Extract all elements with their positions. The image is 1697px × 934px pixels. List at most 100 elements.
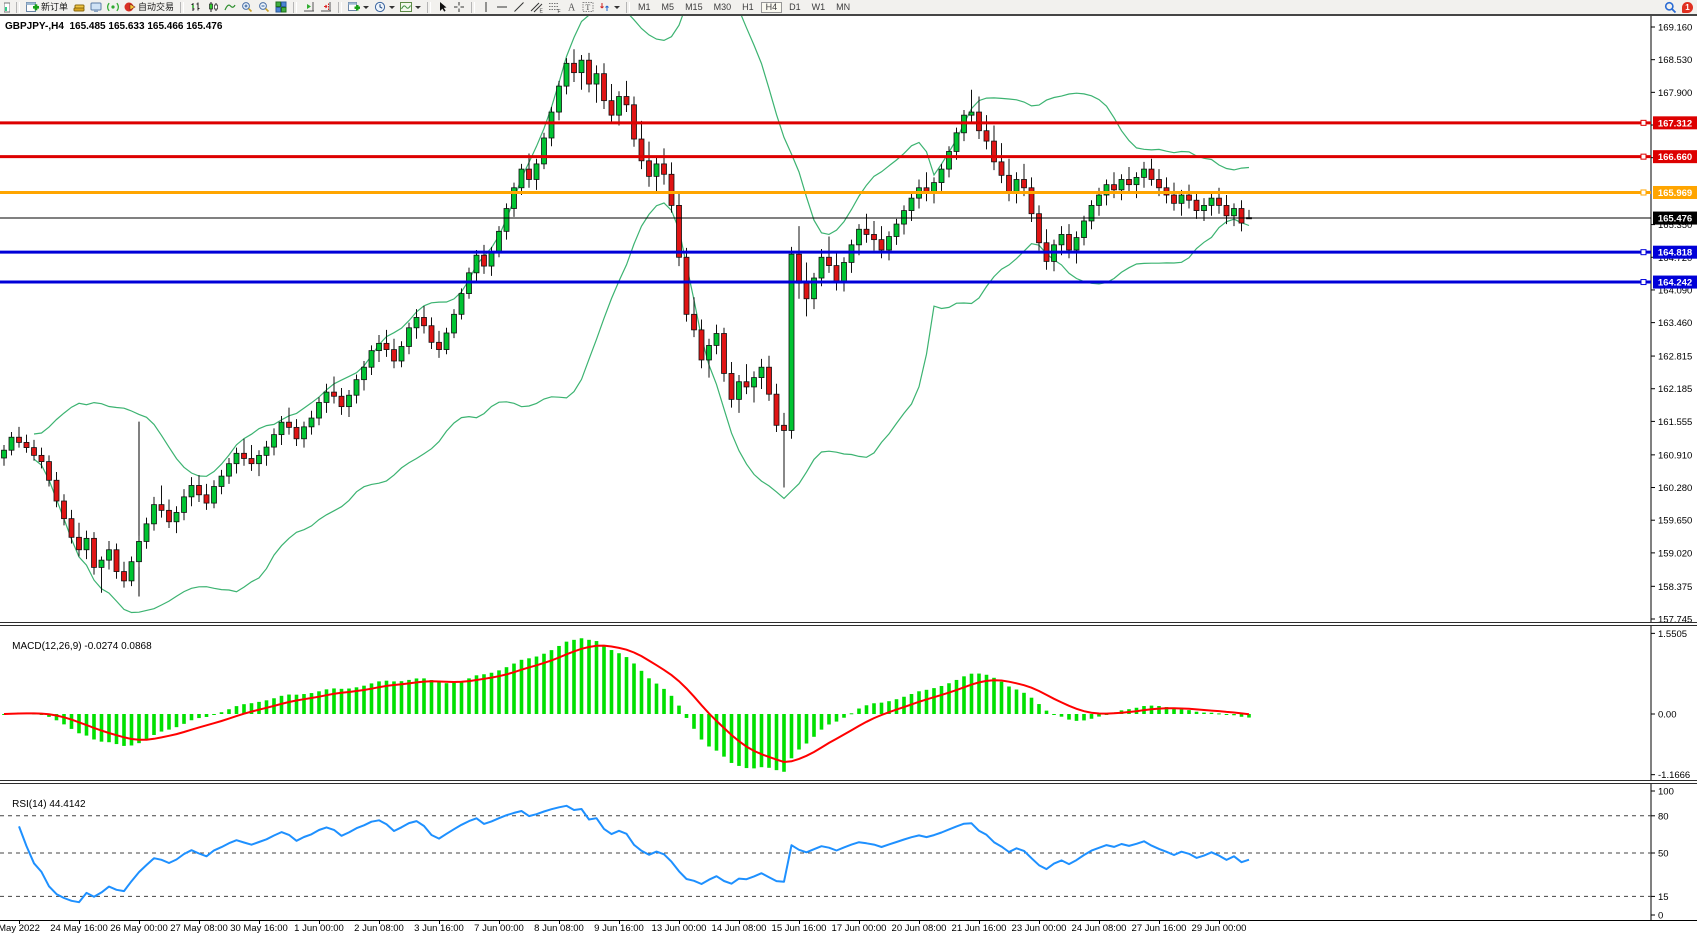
trendline-button[interactable] bbox=[511, 1, 527, 14]
vertical-line-icon bbox=[481, 1, 491, 13]
svg-text:80: 80 bbox=[1658, 811, 1669, 822]
svg-text:15: 15 bbox=[1658, 892, 1669, 903]
auto-scroll-button[interactable] bbox=[301, 1, 317, 14]
time-label: 27 Jun 16:00 bbox=[1132, 923, 1187, 934]
main-chart-canvas[interactable]: 169.160168.530167.900167.270166.640165.3… bbox=[0, 16, 1697, 622]
candlestick-icon bbox=[207, 1, 219, 13]
time-label: 20 Jun 08:00 bbox=[892, 923, 947, 934]
svg-text:0.00: 0.00 bbox=[1658, 710, 1677, 721]
periods-button[interactable] bbox=[372, 1, 397, 14]
tile-windows-button[interactable] bbox=[273, 1, 289, 14]
timeframe-D1[interactable]: D1 bbox=[785, 2, 805, 13]
zoom-in-icon bbox=[241, 1, 253, 13]
time-label: 7 Jun 00:00 bbox=[474, 923, 524, 934]
bar-chart-icon bbox=[190, 1, 202, 13]
templates-button[interactable] bbox=[398, 1, 423, 14]
signal-icon bbox=[107, 1, 119, 13]
time-label: 13 Jun 00:00 bbox=[652, 923, 707, 934]
svg-text:167.900: 167.900 bbox=[1658, 88, 1692, 99]
svg-text:165.969: 165.969 bbox=[1658, 188, 1692, 199]
candlestick-button[interactable] bbox=[205, 1, 221, 14]
svg-text:F: F bbox=[558, 9, 561, 13]
search-icon bbox=[1664, 1, 1677, 14]
svg-text:159.020: 159.020 bbox=[1658, 548, 1692, 559]
svg-text:168.530: 168.530 bbox=[1658, 55, 1692, 66]
indicators-icon bbox=[348, 1, 360, 13]
main-chart-pane[interactable]: 169.160168.530167.900167.270166.640165.3… bbox=[0, 16, 1697, 622]
gold-stack-icon bbox=[73, 1, 85, 13]
timeframe-group: M1M5M15M30H1H4D1W1MN bbox=[634, 2, 854, 13]
crosshair-button[interactable] bbox=[451, 1, 467, 14]
channel-button[interactable]: E bbox=[528, 1, 545, 14]
svg-text:163.460: 163.460 bbox=[1658, 318, 1692, 329]
time-label: 15 Jun 16:00 bbox=[772, 923, 827, 934]
svg-text:160.280: 160.280 bbox=[1658, 483, 1692, 494]
time-label: 3 Jun 16:00 bbox=[414, 923, 464, 934]
timeframe-M30[interactable]: M30 bbox=[710, 2, 736, 13]
time-label: 17 Jun 00:00 bbox=[832, 923, 887, 934]
autotrading-icon bbox=[124, 1, 136, 13]
data-window-button[interactable] bbox=[88, 1, 104, 14]
chart-icon bbox=[4, 1, 10, 13]
fibonacci-icon: F bbox=[548, 1, 561, 13]
tile-windows-icon bbox=[275, 1, 287, 13]
time-label: 30 May 16:00 bbox=[230, 923, 288, 934]
templates-icon bbox=[400, 1, 412, 13]
arrows-button[interactable] bbox=[597, 1, 622, 14]
cursor-button[interactable] bbox=[435, 1, 450, 14]
horizontal-line-button[interactable] bbox=[494, 1, 510, 14]
time-label: 14 Jun 08:00 bbox=[712, 923, 767, 934]
timeframe-W1[interactable]: W1 bbox=[808, 2, 830, 13]
zoom-out-button[interactable] bbox=[256, 1, 272, 14]
fibonacci-button[interactable]: F bbox=[546, 1, 563, 14]
svg-text:-1.1666: -1.1666 bbox=[1658, 770, 1690, 780]
notification-badge: 1 bbox=[1682, 2, 1693, 13]
svg-text:160.910: 160.910 bbox=[1658, 450, 1692, 461]
time-label: 29 Jun 00:00 bbox=[1192, 923, 1247, 934]
rsi-pane[interactable]: 1008050150 RSI(14) 44.4142 bbox=[0, 784, 1697, 920]
divider bbox=[427, 2, 431, 13]
chart-shift-icon bbox=[320, 1, 332, 13]
time-axis[interactable]: May 202224 May 16:0026 May 00:0027 May 0… bbox=[0, 920, 1697, 934]
crosshair-icon bbox=[453, 1, 465, 13]
timeframe-M5[interactable]: M5 bbox=[658, 2, 679, 13]
divider bbox=[626, 2, 630, 13]
svg-text:162.185: 162.185 bbox=[1658, 384, 1692, 395]
zoom-in-button[interactable] bbox=[239, 1, 255, 14]
macd-canvas[interactable]: 1.5505 0.00 -1.1666 bbox=[0, 626, 1697, 780]
bar-chart-button[interactable] bbox=[188, 1, 204, 14]
search-button[interactable] bbox=[1662, 1, 1679, 14]
notifications-button[interactable]: 1 bbox=[1680, 1, 1695, 14]
indicators-button[interactable] bbox=[346, 1, 371, 14]
svg-text:165.476: 165.476 bbox=[1658, 214, 1692, 225]
rsi-canvas[interactable]: 1008050150 bbox=[0, 784, 1697, 920]
svg-text:50: 50 bbox=[1658, 849, 1669, 860]
svg-text:161.555: 161.555 bbox=[1658, 417, 1692, 428]
text-label-button[interactable]: T bbox=[580, 1, 596, 14]
new-order-button[interactable]: 新订单 bbox=[24, 1, 70, 14]
timeframe-H1[interactable]: H1 bbox=[738, 2, 758, 13]
time-label: 23 Jun 00:00 bbox=[1012, 923, 1067, 934]
time-label: 24 Jun 08:00 bbox=[1072, 923, 1127, 934]
chart-shift-button[interactable] bbox=[318, 1, 334, 14]
templates-caret bbox=[415, 6, 421, 9]
new-order-label: 新订单 bbox=[41, 1, 68, 14]
arrows-caret bbox=[614, 6, 620, 9]
vertical-line-button[interactable] bbox=[479, 1, 493, 14]
market-watch-button[interactable] bbox=[71, 1, 87, 14]
timeframe-MN[interactable]: MN bbox=[832, 2, 854, 13]
timeframe-H4[interactable]: H4 bbox=[761, 2, 783, 13]
timeframe-M1[interactable]: M1 bbox=[634, 2, 655, 13]
timeframe-M15[interactable]: M15 bbox=[681, 2, 707, 13]
time-label: 9 Jun 16:00 bbox=[594, 923, 644, 934]
autotrading-button[interactable]: 自动交易 bbox=[122, 1, 176, 14]
svg-text:166.660: 166.660 bbox=[1658, 152, 1692, 163]
chart-window-icon-partial[interactable] bbox=[2, 1, 12, 14]
macd-pane[interactable]: 1.55050.00-1.1666 MACD(12,26,9) -0.0274 … bbox=[0, 626, 1697, 780]
equidistant-channel-icon: E bbox=[530, 1, 543, 13]
signals-button[interactable] bbox=[105, 1, 121, 14]
svg-text:169.160: 169.160 bbox=[1658, 23, 1692, 34]
text-button[interactable]: A bbox=[564, 1, 579, 14]
line-chart-button[interactable] bbox=[222, 1, 238, 14]
svg-text:1.5505: 1.5505 bbox=[1658, 629, 1687, 640]
